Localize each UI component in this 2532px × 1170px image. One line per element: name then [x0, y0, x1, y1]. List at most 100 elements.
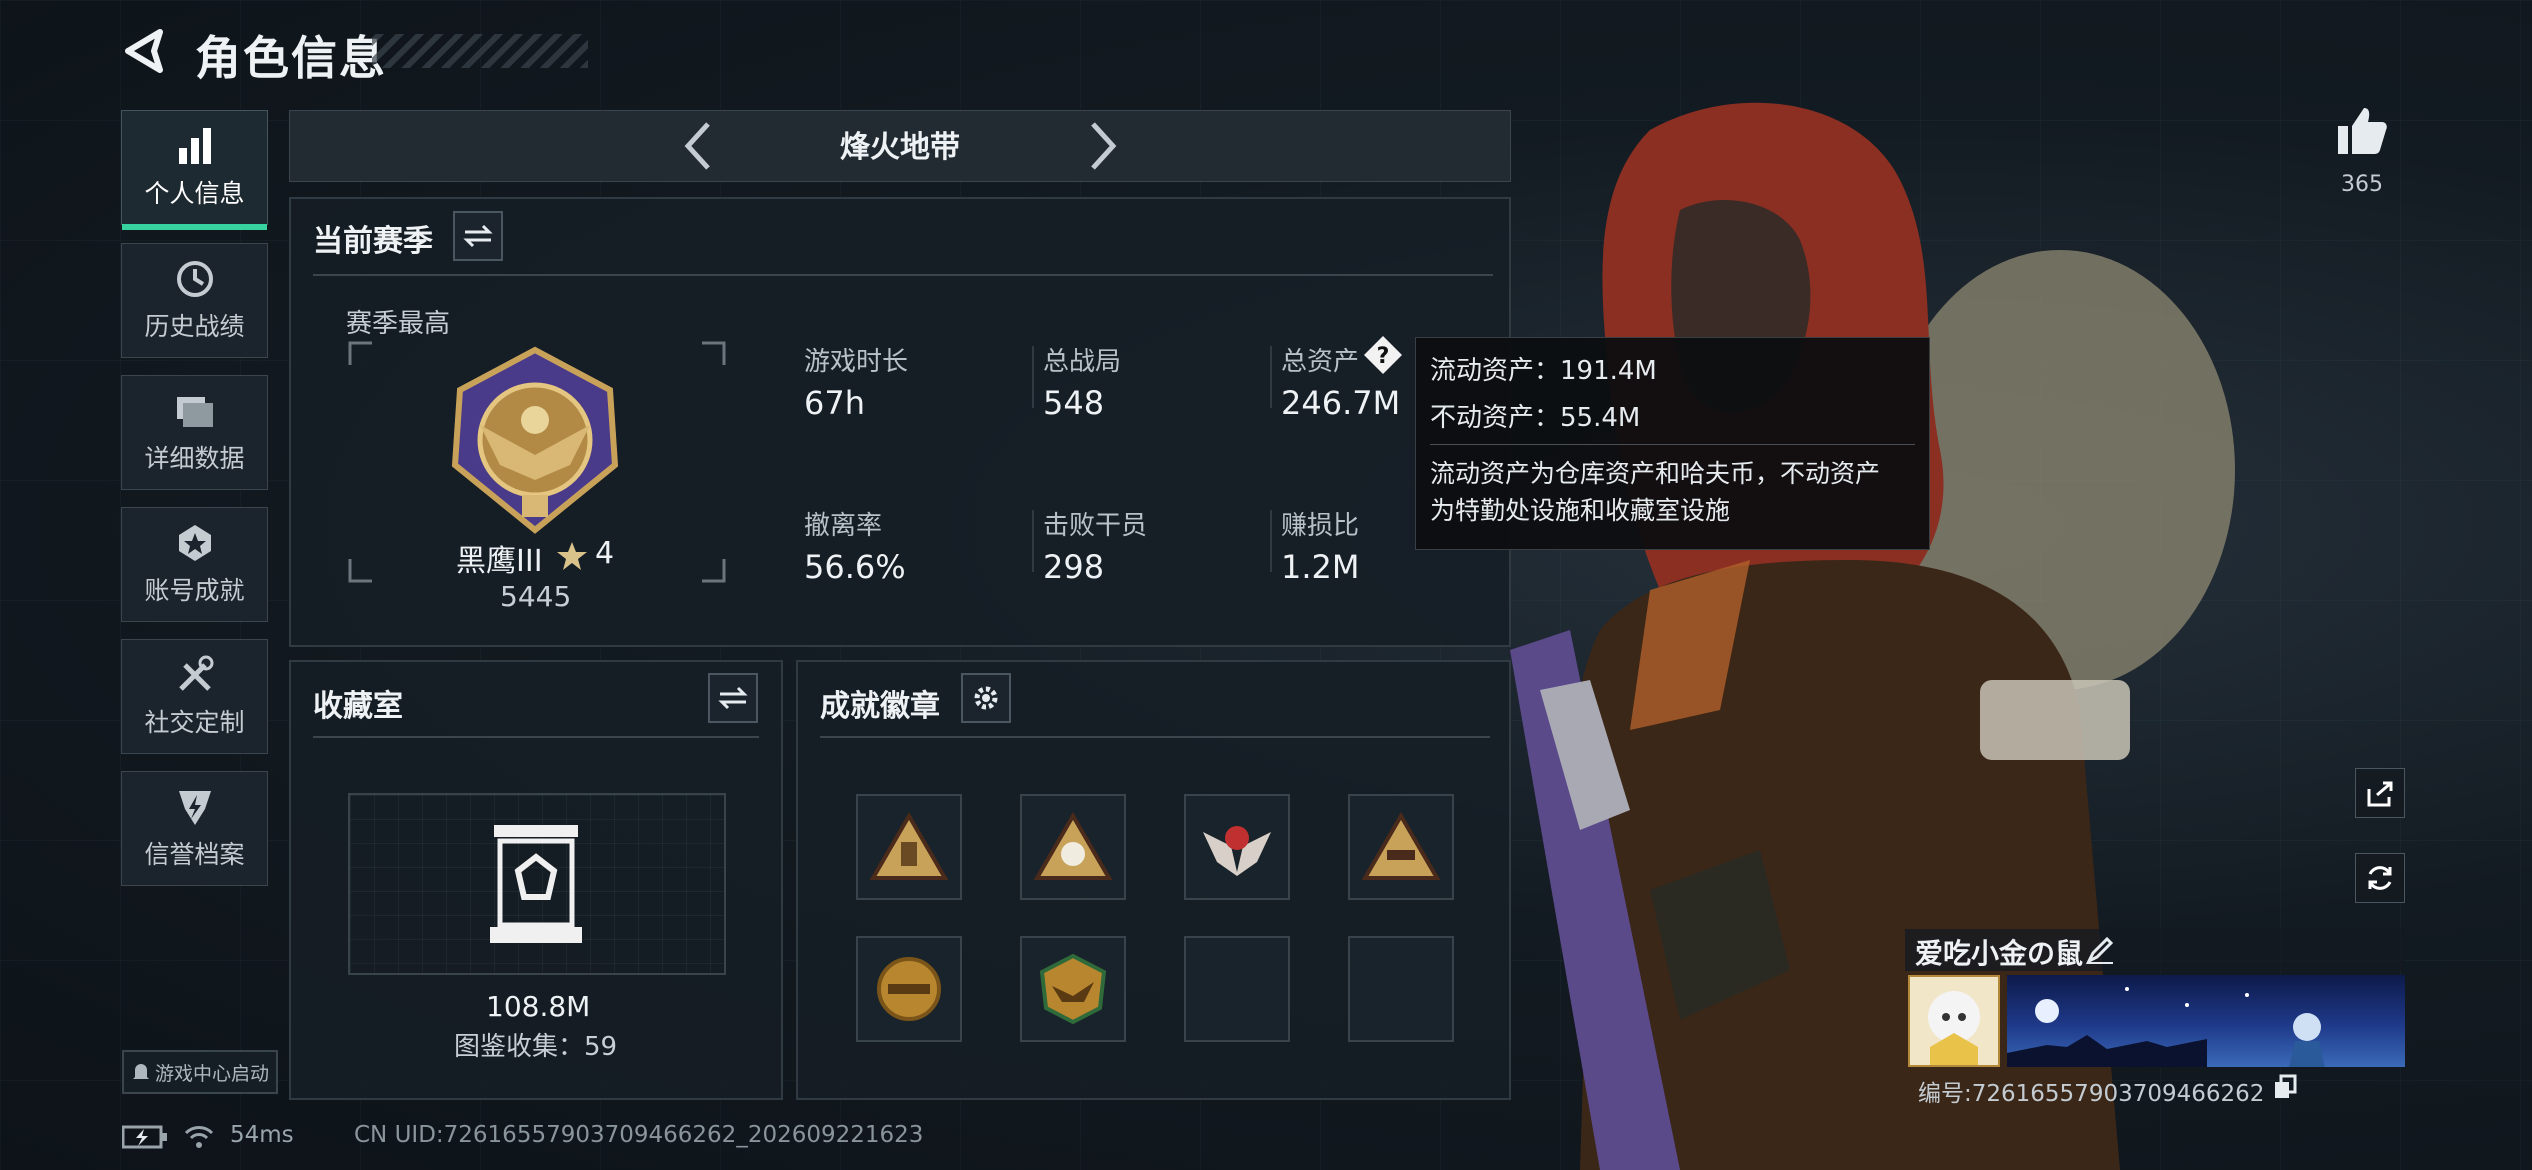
badge-eagle-icon [1039, 953, 1107, 1025]
copy-icon[interactable] [2273, 1074, 2297, 1100]
sidebar-item-detailed-data[interactable]: 详细数据 [121, 375, 268, 490]
stat-label: 总战局 [1043, 347, 1122, 377]
badge-slot[interactable] [1184, 794, 1290, 900]
shield-badge-icon [178, 790, 211, 825]
badge-skull-icon [1033, 812, 1113, 880]
season-switch-button[interactable] [453, 211, 503, 261]
badge-slot-empty[interactable] [1184, 936, 1290, 1042]
stat-value: 67h [804, 384, 865, 422]
stat-label: 总资产 [1281, 347, 1360, 377]
tooltip-description: 为特勤处设施和收藏室设施 [1430, 496, 1731, 525]
stat-value: 246.7M [1281, 384, 1401, 422]
tooltip-fixed-assets: 不动资产：55.4M [1430, 403, 1641, 433]
badge-slot[interactable] [1020, 936, 1126, 1042]
divider [1032, 510, 1034, 572]
refresh-button[interactable] [2355, 853, 2405, 903]
collection-value: 108.8M [486, 990, 591, 1023]
sidebar-item-label: 详细数据 [144, 443, 245, 473]
svg-text:?: ? [1377, 344, 1390, 369]
tooltip-description: 流动资产为仓库资产和哈夫币，不动资产 [1430, 459, 1881, 488]
bell-icon [132, 1064, 149, 1079]
edit-icon[interactable] [2085, 935, 2115, 965]
sidebar-item-label: 账号成就 [144, 575, 245, 605]
profile-banner[interactable] [2007, 975, 2405, 1067]
player-name: 爱吃小金の鼠 [1915, 937, 2084, 970]
ping: 54ms [230, 1122, 294, 1148]
swap-icon [718, 686, 748, 710]
collection-switch-button[interactable] [708, 673, 758, 723]
avatar[interactable] [1908, 975, 2000, 1067]
badge-triangle-icon [869, 812, 949, 880]
badge-slot[interactable] [1348, 794, 1454, 900]
badge-slot[interactable] [856, 794, 962, 900]
stat-label: 撤离率 [804, 511, 883, 541]
season-title: 当前赛季 [313, 224, 433, 259]
like-count: 365 [2341, 172, 2383, 197]
badge-slot[interactable] [1020, 794, 1126, 900]
badge-slot-empty[interactable] [1348, 936, 1454, 1042]
season-best-label: 赛季最高 [346, 309, 451, 339]
divider [1430, 444, 1915, 445]
badge-pyramid-icon [1361, 812, 1441, 880]
achievement-star-icon [178, 524, 211, 561]
divider [1270, 510, 1272, 572]
star-icon [557, 542, 587, 570]
badge-medal-icon [877, 957, 941, 1021]
battery-icon [122, 1125, 167, 1149]
sidebar-item-personal-info[interactable]: 个人信息 [121, 110, 268, 230]
swap-icon [463, 224, 493, 248]
sidebar-item-achievements[interactable]: 账号成就 [121, 507, 268, 622]
gear-icon [974, 686, 998, 710]
rank-name: 黑鹰III [456, 544, 543, 579]
collection-catalog: 图鉴收集：59 [454, 1032, 618, 1062]
chevron-left-icon[interactable] [680, 118, 716, 174]
avatar-image [1910, 977, 1998, 1065]
sidebar-item-credit[interactable]: 信誉档案 [121, 771, 268, 886]
rank-score: 5445 [500, 580, 572, 613]
mode-title: 烽火地带 [840, 130, 960, 165]
share-icon [2367, 781, 2393, 807]
rank-stars: 4 [595, 536, 615, 571]
back-arrow-icon[interactable] [120, 26, 168, 76]
thumbs-up-icon[interactable] [2336, 104, 2388, 156]
stat-value: 1.2M [1281, 548, 1360, 586]
badge-slot[interactable] [856, 936, 962, 1042]
sidebar-item-label: 个人信息 [144, 178, 245, 208]
player-id: 编号:7261655790370946626​2 [1918, 1081, 2265, 1107]
sidebar-item-label: 社交定制 [144, 707, 245, 737]
assets-tooltip: 流动资产：191.4M 不动资产：55.4M 流动资产为仓库资产和哈夫币，不动资… [1415, 337, 1930, 550]
wifi-icon [184, 1126, 214, 1148]
bar-chart-icon [178, 127, 211, 164]
refresh-icon [2368, 866, 2392, 890]
uid: CN UID:7261655790370946626​2_20260922162… [354, 1122, 924, 1148]
collection-title: 收藏室 [313, 689, 403, 724]
title-decoration [372, 34, 588, 68]
sidebar-item-history[interactable]: 历史战绩 [121, 243, 268, 358]
badges-settings-button[interactable] [961, 673, 1011, 723]
help-icon[interactable]: ? [1362, 334, 1404, 376]
stat-value: 298 [1043, 548, 1105, 586]
stat-label: 游戏时长 [804, 347, 909, 377]
sidebar-item-label: 历史战绩 [144, 311, 245, 341]
sidebar-item-social[interactable]: 社交定制 [121, 639, 268, 754]
stat-value: 56.6% [804, 548, 906, 586]
stat-value: 548 [1043, 384, 1105, 422]
badges-title: 成就徽章 [820, 689, 940, 724]
clock-icon [176, 260, 213, 297]
folders-icon [176, 396, 213, 427]
share-button[interactable] [2355, 768, 2405, 818]
divider [1270, 346, 1272, 408]
stat-label: 击败干员 [1043, 511, 1148, 541]
tools-icon [178, 655, 213, 691]
tooltip-liquid-assets: 流动资产：191.4M [1430, 356, 1657, 386]
page-title: 角色信息 [195, 31, 387, 85]
sidebar-item-label: 信誉档案 [144, 839, 245, 869]
game-center-button[interactable]: 游戏中心启动 [122, 1050, 278, 1094]
divider [1032, 346, 1034, 408]
rank-emblem-icon [451, 346, 619, 534]
divider [313, 736, 759, 738]
banner-image [2007, 987, 2325, 1067]
stat-label: 赚损比 [1281, 511, 1360, 541]
display-case-icon [490, 825, 582, 943]
chevron-right-icon[interactable] [1085, 118, 1121, 174]
